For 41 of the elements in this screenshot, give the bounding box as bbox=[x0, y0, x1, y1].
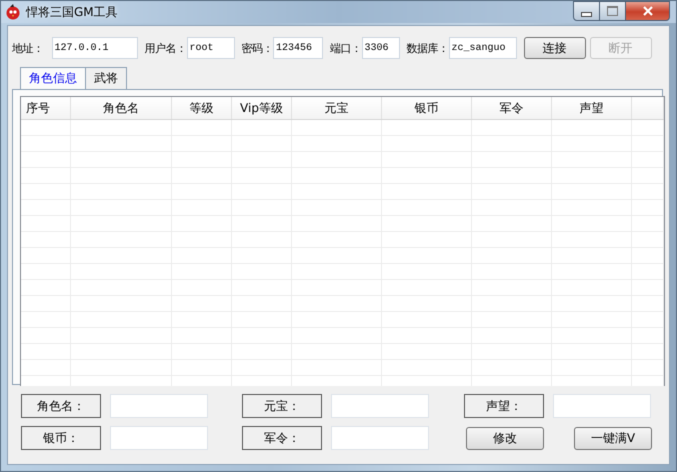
minimize-button[interactable] bbox=[573, 1, 600, 21]
close-icon bbox=[642, 6, 654, 16]
field-label: 角色名： bbox=[21, 394, 101, 418]
field-label: 银币： bbox=[21, 426, 101, 450]
input-field[interactable]: zc_sanguo bbox=[448, 37, 516, 59]
column-header[interactable]: 声望 bbox=[552, 97, 632, 119]
field-label: 元宝： bbox=[242, 394, 322, 418]
field-label: 数据库： bbox=[406, 40, 448, 56]
input-field[interactable]: root bbox=[186, 37, 234, 59]
column-header[interactable]: 序号 bbox=[21, 97, 71, 119]
input-field[interactable] bbox=[553, 394, 651, 418]
action-button[interactable]: 修改 bbox=[466, 426, 544, 450]
close-button[interactable] bbox=[626, 1, 670, 21]
column-header[interactable]: 银币 bbox=[382, 97, 472, 119]
column-header[interactable]: 元宝 bbox=[292, 97, 382, 119]
tab[interactable]: 角色信息 bbox=[20, 67, 86, 89]
action-button[interactable]: 一键满V bbox=[574, 426, 652, 450]
field-label: 军令： bbox=[242, 426, 322, 450]
column-header[interactable]: 军令 bbox=[472, 97, 552, 119]
column-header[interactable]: 等级 bbox=[172, 97, 232, 119]
column-header[interactable]: 角色名 bbox=[71, 97, 172, 119]
maximize-button[interactable] bbox=[600, 1, 626, 21]
input-field[interactable] bbox=[331, 426, 429, 450]
input-field[interactable] bbox=[110, 426, 208, 450]
maximize-icon bbox=[607, 6, 618, 16]
field-label: 密码： bbox=[242, 40, 273, 56]
bird-icon bbox=[5, 4, 21, 20]
minimize-icon bbox=[581, 12, 592, 16]
input-field[interactable] bbox=[110, 394, 208, 418]
field-label: 地址： bbox=[12, 40, 44, 56]
column-header[interactable]: Vip等级 bbox=[232, 97, 292, 119]
input-field[interactable]: 127.0.0.1 bbox=[52, 37, 138, 59]
field-label: 用户名： bbox=[144, 40, 186, 56]
tab[interactable]: 武将 bbox=[85, 67, 127, 89]
input-field[interactable]: 3306 bbox=[362, 37, 400, 59]
input-field[interactable] bbox=[331, 394, 429, 418]
field-label: 端口： bbox=[330, 40, 362, 56]
input-field[interactable]: 123456 bbox=[273, 37, 323, 59]
window-title: 悍将三国GM工具 bbox=[26, 4, 118, 20]
field-label: 声望： bbox=[464, 394, 544, 418]
connect-button[interactable]: 连接 bbox=[524, 37, 586, 59]
